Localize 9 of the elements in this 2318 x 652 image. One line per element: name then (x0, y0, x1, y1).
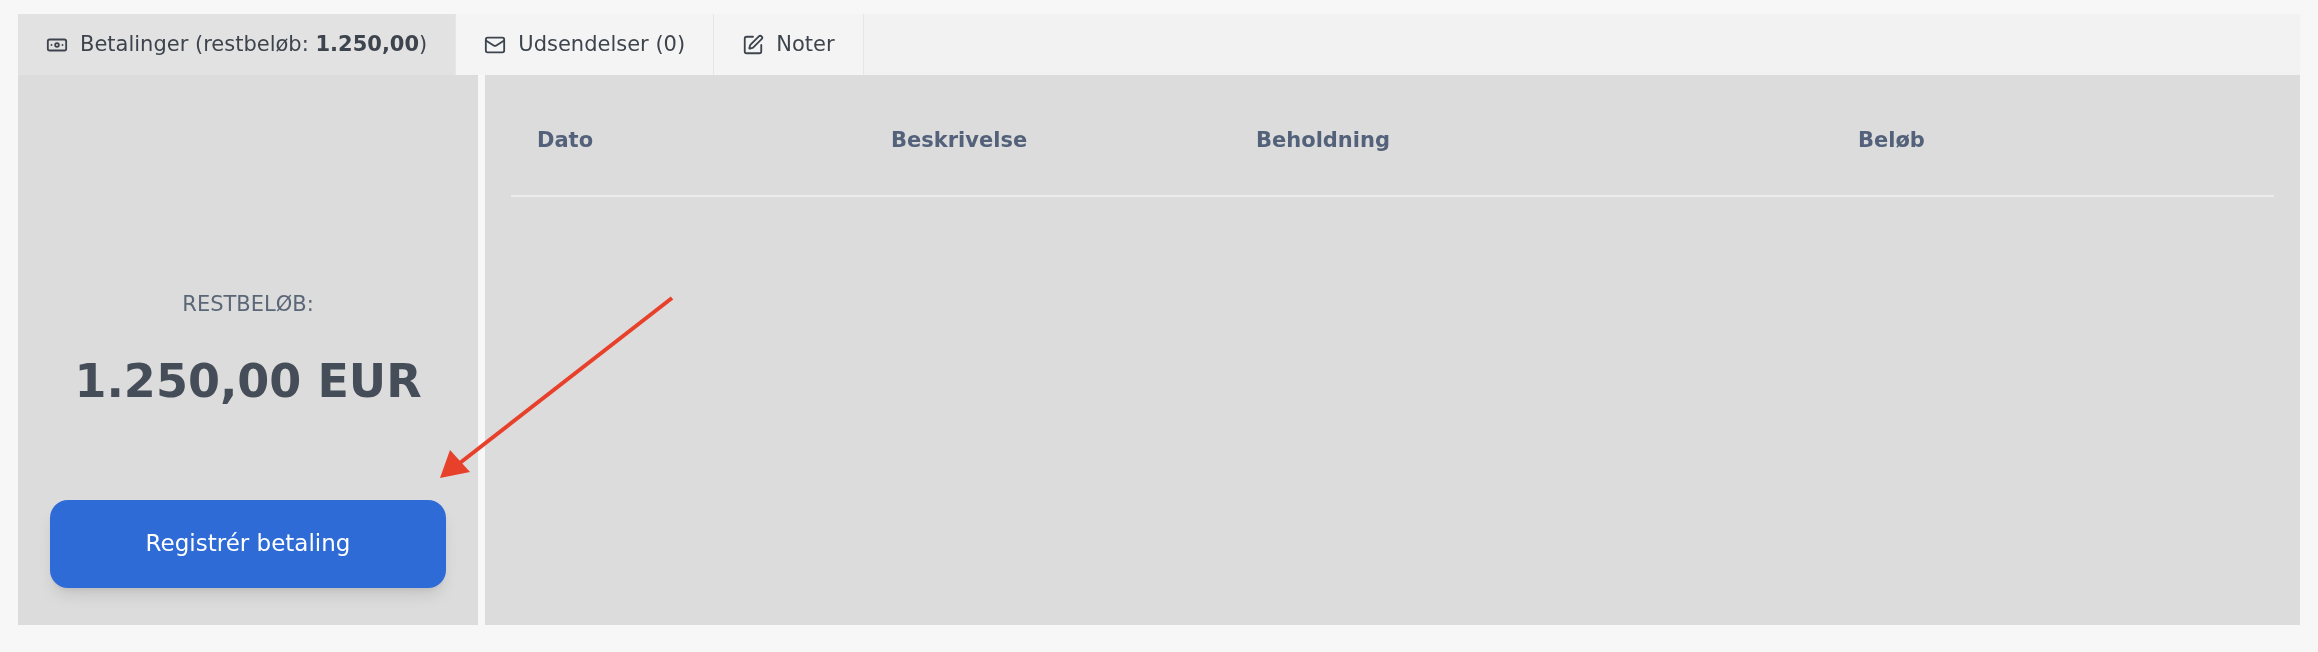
column-header: Dato (536, 127, 595, 154)
balance-amount: 1.250,00 EUR (74, 352, 422, 410)
column-header: Beløb (1857, 127, 1926, 154)
register-payment-button[interactable]: Registrér betaling (50, 499, 446, 588)
column-header: Beskrivelse (890, 127, 1029, 154)
column-header: Beholdning (1255, 127, 1391, 154)
balance-label: RESTBELØB: (182, 291, 314, 318)
edit-icon (742, 33, 765, 56)
tab[interactable]: Betalinger (restbeløb: 1.250,00) (18, 14, 457, 75)
